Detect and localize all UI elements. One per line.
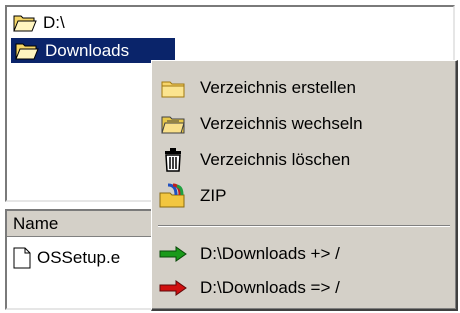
zip-icon: [158, 183, 188, 209]
menu-item-label: Verzeichnis löschen: [200, 150, 351, 169]
window-frame: D:\ Downloads Name OSSetup.e Verzeichnis…: [0, 0, 460, 313]
menu-item-upload-append[interactable]: D:\Downloads +> /: [158, 237, 448, 271]
menu-separator: [158, 225, 450, 227]
folder-open-icon: [158, 111, 188, 137]
context-menu[interactable]: Verzeichnis erstellen Verzeichnis wechse…: [151, 60, 458, 311]
menu-item-label: ZIP: [200, 186, 227, 205]
menu-item-upload-replace[interactable]: D:\Downloads => /: [158, 271, 448, 305]
menu-item-create-directory[interactable]: Verzeichnis erstellen: [158, 71, 448, 105]
trash-icon: [158, 147, 188, 173]
menu-item-label: D:\Downloads +> /: [200, 244, 340, 263]
menu-item-change-directory[interactable]: Verzeichnis wechseln: [158, 107, 448, 141]
list-item[interactable]: OSSetup.e: [13, 247, 120, 269]
tree-item-root[interactable]: D:\: [13, 10, 65, 35]
menu-item-label: Verzeichnis wechseln: [200, 114, 363, 133]
file-icon: [13, 247, 31, 269]
tree-item-downloads-label: Downloads: [45, 40, 130, 60]
menu-item-label: Verzeichnis erstellen: [200, 78, 356, 97]
menu-item-delete-directory[interactable]: Verzeichnis löschen: [158, 143, 448, 177]
folder-new-icon: [158, 75, 188, 101]
folder-open-icon: [13, 15, 37, 31]
file-name: OSSetup.e: [37, 248, 121, 267]
folder-open-icon: [15, 43, 39, 59]
tree-item-root-label: D:\: [43, 12, 65, 32]
menu-item-label: D:\Downloads => /: [200, 278, 340, 297]
red-arrow-icon: [158, 275, 188, 301]
green-arrow-icon: [158, 241, 188, 267]
menu-item-zip[interactable]: ZIP: [158, 179, 448, 213]
column-header-name-label: Name: [13, 213, 59, 233]
